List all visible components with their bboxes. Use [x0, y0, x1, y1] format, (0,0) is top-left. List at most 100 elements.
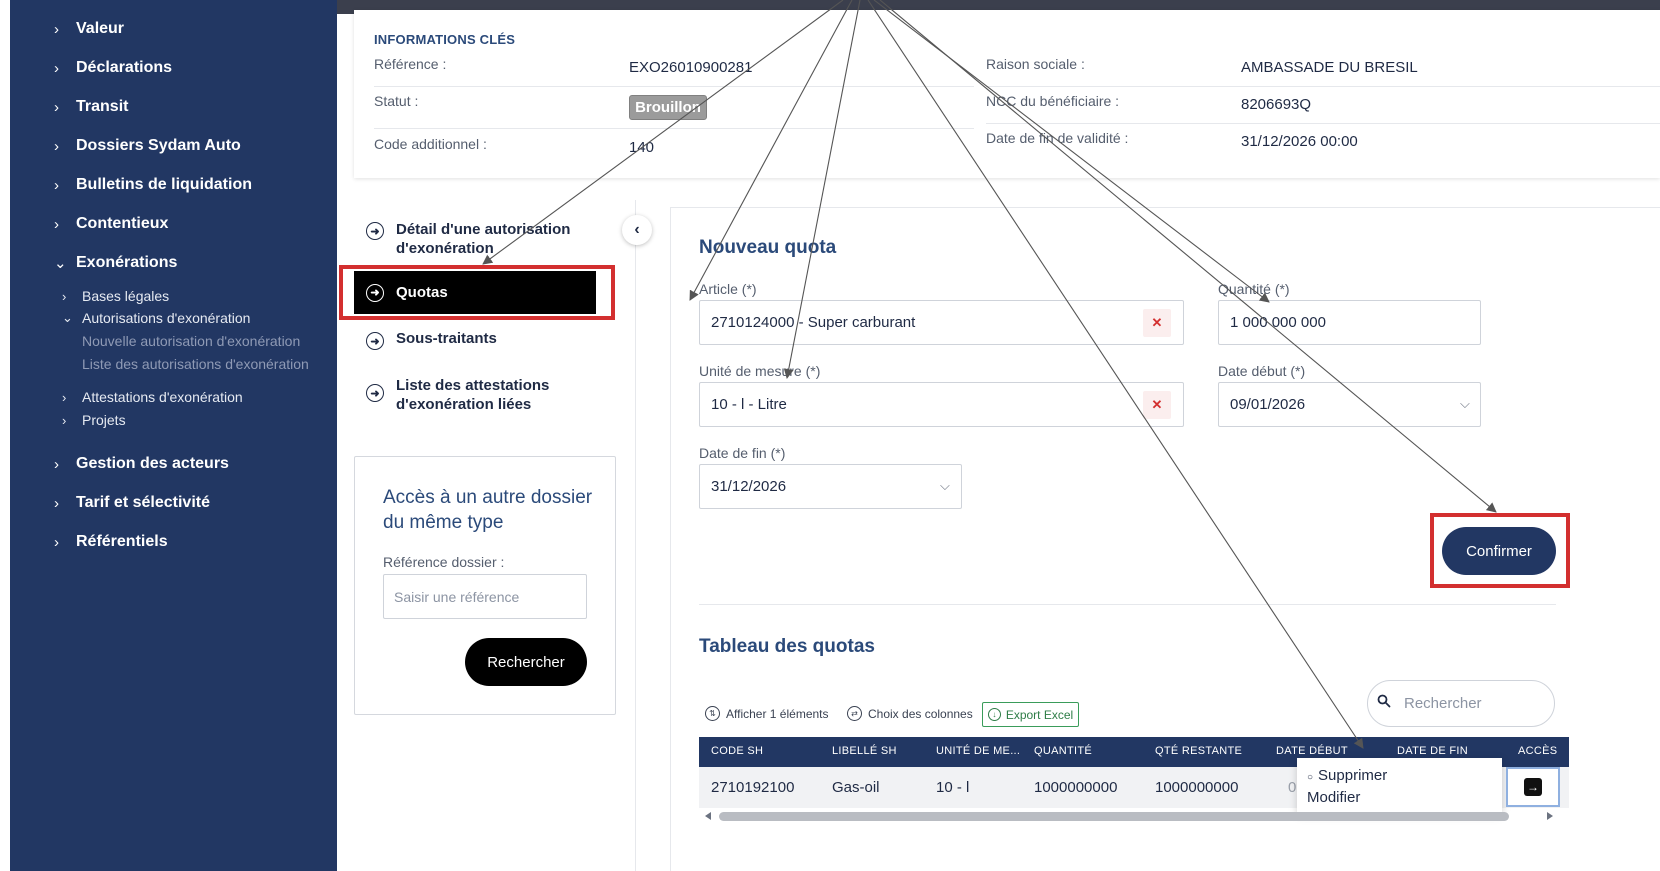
- raison-sociale-label: Raison sociale :: [986, 56, 1085, 72]
- sidebar-item-contentieux[interactable]: › Contentieux: [54, 215, 168, 233]
- sidebar-sub-attestations[interactable]: › Attestations d'exonération: [62, 389, 243, 405]
- sidebar-sub-autorisations[interactable]: ⌄ Autorisations d'exonération: [62, 310, 250, 326]
- col-qte-restante[interactable]: QTÉ RESTANTE: [1155, 745, 1242, 757]
- reference-dossier-label: Référence dossier :: [383, 554, 505, 570]
- sidebar-item-declarations[interactable]: › Déclarations: [54, 59, 172, 77]
- sidebar-item-label: Exonérations: [76, 254, 178, 271]
- chevron-right-icon: ›: [54, 176, 59, 194]
- access-card-title: Accès à un autre dossier du même type: [383, 487, 593, 533]
- subnav-sous-traitants[interactable]: ➜ Sous-traitants: [366, 330, 497, 350]
- sidebar-item-bulletins[interactable]: › Bulletins de liquidation: [54, 176, 252, 194]
- chevron-right-icon: ›: [62, 412, 67, 428]
- sidebar-item-referentiels[interactable]: › Référentiels: [54, 533, 168, 551]
- arrow-circle-icon: ➜: [366, 222, 384, 240]
- sidebar-item-gestion-acteurs[interactable]: › Gestion des acteurs: [54, 455, 229, 473]
- chevron-down-icon: ⌄: [54, 255, 67, 272]
- chevron-right-icon: ›: [54, 494, 59, 512]
- column-choice-button[interactable]: ⇄ Choix des colonnes: [847, 706, 973, 721]
- col-unite[interactable]: UNITÉ DE ME...: [936, 745, 1020, 757]
- swap-icon: ⇄: [847, 706, 862, 721]
- quantite-field[interactable]: 1 000 000 000: [1218, 300, 1481, 345]
- date-fin-validite-label: Date de fin de validité :: [986, 130, 1129, 146]
- chevron-right-icon: ›: [54, 533, 59, 551]
- search-icon: [1377, 694, 1391, 708]
- quota-table-title: Tableau des quotas: [699, 636, 875, 657]
- collapse-panel-button[interactable]: ‹: [622, 215, 652, 245]
- table-search-input[interactable]: Rechercher: [1367, 680, 1555, 727]
- sidebar-item-transit[interactable]: › Transit: [54, 98, 128, 116]
- sidebar-link-liste-autorisations[interactable]: Liste des autorisations d'exonération: [82, 356, 309, 372]
- sidebar-item-label: Déclarations: [76, 59, 173, 76]
- sidebar-item-exonerations[interactable]: ⌄ Exonérations: [54, 254, 177, 272]
- divider: [986, 86, 1660, 87]
- edit-menu-item[interactable]: Modifier: [1307, 788, 1492, 808]
- sidebar-item-valeur[interactable]: › Valeur: [54, 20, 124, 38]
- sidebar-item-tarif[interactable]: › Tarif et sélectivité: [54, 494, 210, 512]
- chevron-right-icon: ›: [54, 137, 59, 155]
- show-elements-button[interactable]: ⇅ Afficher 1 éléments: [705, 706, 829, 721]
- chevron-left-icon: ‹: [634, 221, 640, 238]
- sidebar-item-label: Tarif et sélectivité: [76, 494, 210, 511]
- cell-quantite: 1000000000: [1034, 779, 1118, 796]
- row-actions-menu: ○ Supprimer Modifier: [1297, 758, 1502, 814]
- col-acces[interactable]: ACCÈS: [1518, 745, 1557, 757]
- highlight-box-confirm: [1430, 513, 1570, 588]
- subnav-attestations-liees[interactable]: ➜ Liste des attestations d'exonération l…: [366, 376, 586, 414]
- divider: [986, 123, 1660, 124]
- sidebar-item-label: Bulletins de liquidation: [76, 176, 252, 193]
- key-info-card: INFORMATIONS CLÉS Référence : EXO2601090…: [354, 10, 1660, 178]
- article-field[interactable]: 2710124000 - Super carburant: [699, 300, 1184, 345]
- reference-dossier-input[interactable]: [383, 574, 587, 619]
- cell-code-sh: 2710192100: [711, 779, 795, 796]
- sidebar-sub-projets[interactable]: › Projets: [62, 412, 126, 428]
- search-dossier-button[interactable]: Rechercher: [465, 638, 587, 686]
- row-access-button[interactable]: →: [1506, 767, 1560, 807]
- date-debut-label: Date début (*): [1218, 363, 1306, 379]
- col-date-debut[interactable]: DATE DÉBUT: [1276, 745, 1348, 757]
- unite-field[interactable]: 10 - l - Litre: [699, 382, 1184, 427]
- date-fin-field[interactable]: 31/12/2026: [699, 464, 962, 509]
- sidebar-item-dossiers-sydam[interactable]: › Dossiers Sydam Auto: [54, 137, 241, 155]
- left-strip: [0, 0, 10, 871]
- subnav-detail[interactable]: ➜ Détail d'une autorisation d'exonératio…: [366, 220, 606, 258]
- unite-label: Unité de mesure (*): [699, 363, 821, 379]
- date-debut-field[interactable]: 09/01/2026: [1218, 382, 1481, 427]
- sidebar-item-label: Référentiels: [76, 533, 168, 550]
- sidebar-item-label: Valeur: [76, 20, 125, 37]
- sidebar-sub-bases-legales[interactable]: › Bases légales: [62, 288, 169, 304]
- chevron-down-icon[interactable]: ⌵: [940, 478, 950, 494]
- col-date-fin[interactable]: DATE DE FIN: [1397, 745, 1468, 757]
- cell-libelle-sh: Gas-oil: [832, 779, 880, 796]
- chevron-down-icon[interactable]: ⌵: [1460, 396, 1470, 412]
- chevron-right-icon: ›: [54, 59, 59, 77]
- chevron-right-icon: ›: [54, 215, 59, 233]
- quantite-value: 1 000 000 000: [1230, 314, 1326, 331]
- code-additionnel-label: Code additionnel :: [374, 136, 487, 152]
- delete-menu-item[interactable]: ○ Supprimer: [1307, 766, 1492, 788]
- date-fin-validite-value: 31/12/2026 00:00: [1241, 133, 1358, 150]
- quantite-label: Quantité (*): [1218, 281, 1290, 297]
- cell-date-debut: 0: [1288, 779, 1297, 796]
- subnav-label: Détail d'une autorisation d'exonération: [396, 221, 571, 257]
- divider: [699, 604, 1556, 605]
- key-info-title: INFORMATIONS CLÉS: [374, 32, 516, 47]
- export-excel-button[interactable]: ↓ Export Excel: [982, 702, 1079, 727]
- clear-unite-icon[interactable]: ✕: [1143, 391, 1171, 419]
- subnav-label: Sous-traitants: [396, 330, 497, 347]
- arrow-circle-icon: ➜: [366, 332, 384, 350]
- subnav-label: Liste des attestations d'exonération lié…: [396, 377, 550, 413]
- reference-value: EXO26010900281: [629, 59, 753, 76]
- col-libelle-sh[interactable]: LIBELLÉ SH: [832, 745, 897, 757]
- reference-label: Référence :: [374, 56, 447, 72]
- ncc-label: NCC du bénéficiaire :: [986, 93, 1120, 109]
- sidebar-item-label: Gestion des acteurs: [76, 455, 229, 472]
- scrollbar-thumb[interactable]: [719, 812, 1509, 821]
- chevron-right-icon: ›: [54, 455, 59, 473]
- download-icon: ↓: [987, 708, 1001, 721]
- clear-article-icon[interactable]: ✕: [1143, 309, 1171, 337]
- col-code-sh[interactable]: CODE SH: [711, 745, 763, 757]
- access-other-dossier-card: Accès à un autre dossier du même type Ré…: [354, 456, 616, 715]
- col-quantite[interactable]: QUANTITÉ: [1034, 745, 1092, 757]
- sidebar-link-nouvelle-autorisation[interactable]: Nouvelle autorisation d'exonération: [82, 333, 300, 349]
- divider: [374, 86, 974, 87]
